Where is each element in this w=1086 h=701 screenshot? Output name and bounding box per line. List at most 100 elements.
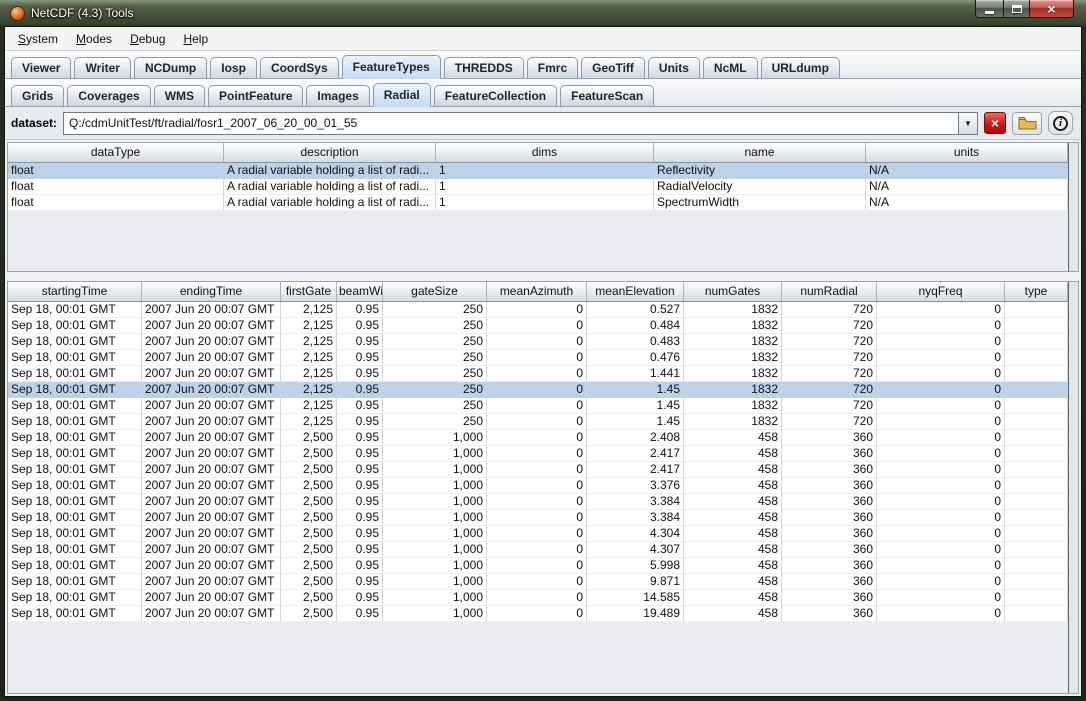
column-header-datatype[interactable]: dataType — [8, 143, 224, 162]
tab-featurescan[interactable]: FeatureScan — [560, 85, 654, 106]
column-header-gatesize[interactable]: gateSize — [383, 282, 487, 301]
table-row[interactable]: Sep 18, 00:01 GMT2007 Jun 20 00:07 GMT2,… — [8, 350, 1068, 366]
table-cell: 250 — [383, 366, 487, 382]
table-cell — [1005, 398, 1068, 414]
table-cell: 2007 Jun 20 00:07 GMT — [142, 494, 281, 510]
tab-wms[interactable]: WMS — [154, 85, 205, 106]
column-header-name[interactable]: name — [654, 143, 866, 162]
column-header-type[interactable]: type — [1005, 282, 1068, 301]
menu-modes[interactable]: Modes — [67, 29, 121, 49]
variables-scrollbar[interactable] — [1068, 143, 1078, 271]
table-cell: 1832 — [684, 414, 782, 430]
table-row[interactable]: Sep 18, 00:01 GMT2007 Jun 20 00:07 GMT2,… — [8, 382, 1068, 398]
table-cell: 0.95 — [337, 318, 383, 334]
table-cell: 0 — [487, 494, 587, 510]
table-cell — [1005, 494, 1068, 510]
column-header-units[interactable]: units — [866, 143, 1068, 162]
table-row[interactable]: Sep 18, 00:01 GMT2007 Jun 20 00:07 GMT2,… — [8, 462, 1068, 478]
column-header-endingtime[interactable]: endingTime — [142, 282, 281, 301]
table-row[interactable]: Sep 18, 00:01 GMT2007 Jun 20 00:07 GMT2,… — [8, 526, 1068, 542]
table-row[interactable]: floatA radial variable holding a list of… — [8, 179, 1068, 195]
column-header-beamwi[interactable]: beamWi... — [337, 282, 383, 301]
column-header-numradial[interactable]: numRadial — [782, 282, 877, 301]
column-header-dims[interactable]: dims — [436, 143, 654, 162]
column-header-startingtime[interactable]: startingTime — [8, 282, 142, 301]
table-row[interactable]: floatA radial variable holding a list of… — [8, 163, 1068, 179]
sweeps-scrollbar[interactable] — [1068, 282, 1078, 693]
tab-ncdump[interactable]: NCDump — [134, 57, 207, 78]
split-divider[interactable] — [5, 272, 1081, 279]
dataset-combobox[interactable]: Q:/cdmUnitTest/ft/radial/fosr1_2007_06_2… — [63, 112, 978, 135]
table-cell: 250 — [383, 318, 487, 334]
dropdown-arrow-icon[interactable]: ▼ — [958, 113, 977, 134]
tab-featurecollection[interactable]: FeatureCollection — [434, 85, 557, 106]
sweeps-table: startingTimeendingTimefirstGatebeamWi...… — [8, 282, 1068, 693]
clear-dataset-button[interactable]: × — [984, 112, 1006, 134]
table-cell: 0.95 — [337, 350, 383, 366]
tab-fmrc[interactable]: Fmrc — [527, 57, 578, 78]
table-row[interactable]: Sep 18, 00:01 GMT2007 Jun 20 00:07 GMT2,… — [8, 574, 1068, 590]
table-row[interactable]: Sep 18, 00:01 GMT2007 Jun 20 00:07 GMT2,… — [8, 558, 1068, 574]
tab-viewer[interactable]: Viewer — [11, 57, 71, 78]
table-cell: Reflectivity — [654, 163, 866, 179]
table-row[interactable]: Sep 18, 00:01 GMT2007 Jun 20 00:07 GMT2,… — [8, 334, 1068, 350]
table-row[interactable]: Sep 18, 00:01 GMT2007 Jun 20 00:07 GMT2,… — [8, 446, 1068, 462]
table-row[interactable]: Sep 18, 00:01 GMT2007 Jun 20 00:07 GMT2,… — [8, 494, 1068, 510]
tab-units[interactable]: Units — [648, 57, 700, 78]
table-row[interactable]: Sep 18, 00:01 GMT2007 Jun 20 00:07 GMT2,… — [8, 302, 1068, 318]
maximize-button[interactable] — [1003, 0, 1030, 18]
tab-radial[interactable]: Radial — [373, 83, 431, 107]
tab-featuretypes[interactable]: FeatureTypes — [342, 55, 441, 79]
column-header-meanazimuth[interactable]: meanAzimuth — [487, 282, 587, 301]
close-button[interactable]: × — [1030, 0, 1074, 18]
table-cell: 0 — [877, 414, 1005, 430]
table-row[interactable]: Sep 18, 00:01 GMT2007 Jun 20 00:07 GMT2,… — [8, 606, 1068, 622]
tab-grids[interactable]: Grids — [11, 85, 64, 106]
table-row[interactable]: floatA radial variable holding a list of… — [8, 195, 1068, 211]
table-cell: 0 — [487, 462, 587, 478]
table-cell: 14.585 — [587, 590, 684, 606]
table-row[interactable]: Sep 18, 00:01 GMT2007 Jun 20 00:07 GMT2,… — [8, 414, 1068, 430]
tab-images[interactable]: Images — [306, 85, 369, 106]
table-row[interactable]: Sep 18, 00:01 GMT2007 Jun 20 00:07 GMT2,… — [8, 542, 1068, 558]
table-row[interactable]: Sep 18, 00:01 GMT2007 Jun 20 00:07 GMT2,… — [8, 398, 1068, 414]
table-cell: 0 — [877, 382, 1005, 398]
tab-pointfeature[interactable]: PointFeature — [208, 85, 303, 106]
menu-help[interactable]: Help — [174, 29, 217, 49]
column-header-numgates[interactable]: numGates — [684, 282, 782, 301]
menu-debug[interactable]: Debug — [121, 29, 174, 49]
tab-urldump[interactable]: URLdump — [761, 57, 840, 78]
dataset-value[interactable]: Q:/cdmUnitTest/ft/radial/fosr1_2007_06_2… — [64, 116, 958, 130]
open-file-button[interactable] — [1012, 112, 1042, 135]
table-cell: 0 — [487, 574, 587, 590]
table-cell — [1005, 414, 1068, 430]
table-row[interactable]: Sep 18, 00:01 GMT2007 Jun 20 00:07 GMT2,… — [8, 366, 1068, 382]
minimize-button[interactable] — [975, 0, 1003, 18]
table-cell: 250 — [383, 398, 487, 414]
table-row[interactable]: Sep 18, 00:01 GMT2007 Jun 20 00:07 GMT2,… — [8, 430, 1068, 446]
table-row[interactable]: Sep 18, 00:01 GMT2007 Jun 20 00:07 GMT2,… — [8, 590, 1068, 606]
column-header-nyqfreq[interactable]: nyqFreq — [877, 282, 1005, 301]
titlebar[interactable]: NetCDF (4.3) Tools × — [4, 0, 1082, 26]
table-row[interactable]: Sep 18, 00:01 GMT2007 Jun 20 00:07 GMT2,… — [8, 318, 1068, 334]
table-cell: 0 — [487, 414, 587, 430]
menu-system[interactable]: System — [9, 29, 67, 49]
table-cell: 0 — [877, 462, 1005, 478]
tab-geotiff[interactable]: GeoTiff — [581, 57, 645, 78]
table-row[interactable]: Sep 18, 00:01 GMT2007 Jun 20 00:07 GMT2,… — [8, 510, 1068, 526]
table-cell: 2,500 — [281, 558, 337, 574]
tab-thredds[interactable]: THREDDS — [444, 57, 524, 78]
variables-panel: dataTypedescriptiondimsnameunitsfloatA r… — [7, 142, 1079, 272]
column-header-description[interactable]: description — [224, 143, 436, 162]
column-header-meanelevation[interactable]: meanElevation — [587, 282, 684, 301]
info-button[interactable]: i — [1048, 111, 1073, 135]
column-header-firstgate[interactable]: firstGate — [281, 282, 337, 301]
tab-coordsys[interactable]: CoordSys — [260, 57, 339, 78]
tab-writer[interactable]: Writer — [74, 57, 130, 78]
tab-coverages[interactable]: Coverages — [67, 85, 150, 106]
dataset-label: dataset: — [11, 116, 57, 130]
tab-iosp[interactable]: Iosp — [210, 57, 257, 78]
tab-ncml[interactable]: NcML — [703, 57, 758, 78]
table-row[interactable]: Sep 18, 00:01 GMT2007 Jun 20 00:07 GMT2,… — [8, 478, 1068, 494]
table-cell: 0 — [877, 494, 1005, 510]
